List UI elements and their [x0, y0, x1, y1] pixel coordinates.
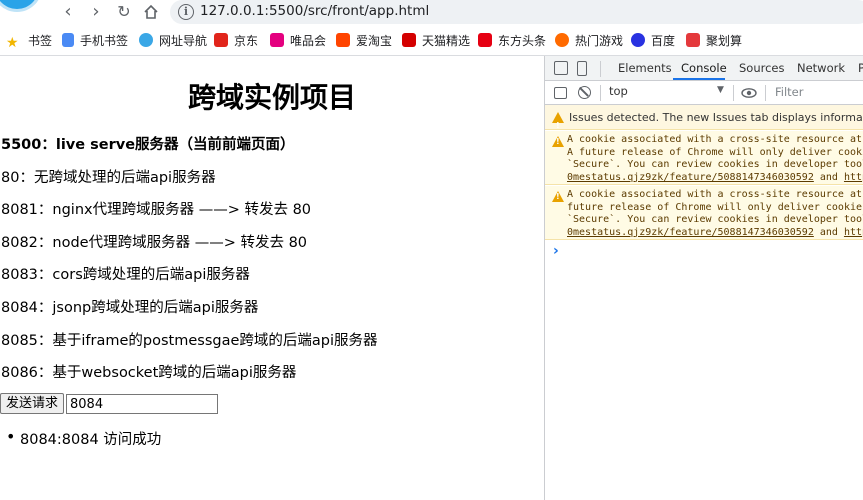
home-icon[interactable] — [141, 2, 161, 22]
bookmark-item[interactable]: 东方头条 — [478, 32, 546, 50]
bookmark-item[interactable]: 天猫精选 — [402, 32, 470, 50]
info-line: 5500：live serve服务器（当前前端页面） — [1, 137, 295, 153]
tab-more[interactable]: P — [858, 61, 863, 75]
bookmark-label: 书签 — [28, 34, 53, 48]
warning-icon — [552, 136, 564, 147]
bookmark-item[interactable]: 百度 — [631, 32, 675, 50]
info-line: 8086：基于websocket跨域的后端api服务器 — [1, 365, 297, 381]
warning-icon — [552, 112, 564, 138]
info-line: 8082：node代理跨域服务器 ——> 转发去 80 — [1, 235, 308, 251]
divider — [600, 85, 601, 101]
console-warning-message: A cookie associated with a cross-site re… — [545, 131, 863, 185]
send-request-button[interactable]: 发送请求 — [0, 393, 65, 414]
bookmark-label: 热门游戏 — [575, 34, 624, 48]
baidu-icon — [631, 33, 645, 47]
message-text: and — [813, 226, 844, 238]
sidebar-toggle-icon[interactable] — [554, 87, 567, 99]
taobao-icon — [336, 33, 350, 47]
address-bar[interactable]: i 127.0.0.1:5500/src/front/app.html — [170, 0, 863, 24]
devtools-tab-bar: Elements Console Sources Network P — [545, 56, 863, 81]
game-icon — [555, 33, 569, 47]
bookmark-item[interactable]: 唯品会 — [270, 32, 326, 50]
divider — [765, 85, 766, 101]
eye-icon[interactable] — [741, 88, 757, 98]
forward-arrow-icon[interactable]: › — [86, 2, 106, 22]
console-filter-input[interactable]: Filter — [775, 85, 803, 99]
inspect-element-icon[interactable] — [554, 61, 568, 75]
bookmark-item[interactable]: 爱淘宝 — [336, 32, 392, 50]
juhuasuan-icon — [686, 33, 700, 47]
dftt-icon — [478, 33, 492, 47]
message-link[interactable]: https — [844, 172, 863, 183]
bookmark-item[interactable]: 网址导航 — [139, 32, 207, 50]
console-toolbar: top ▼ Filter — [545, 81, 863, 105]
context-selector[interactable]: top — [609, 84, 628, 98]
back-arrow-icon[interactable]: ‹ — [58, 2, 78, 22]
url-text[interactable]: 127.0.0.1:5500/src/front/app.html — [200, 3, 429, 19]
message-text: A cookie associated with a cross-site re… — [567, 134, 863, 145]
bookmark-label: 百度 — [651, 34, 676, 48]
bookmark-label: 手机书签 — [80, 34, 129, 48]
warning-icon — [552, 191, 564, 202]
info-line: 8081：nginx代理跨域服务器 ——> 转发去 80 — [1, 202, 312, 218]
message-text: A cookie associated with a cross-site re… — [567, 189, 863, 200]
site-info-icon[interactable]: i — [178, 4, 194, 20]
tab-network[interactable]: Network — [797, 61, 845, 75]
bookmark-label: 网址导航 — [159, 34, 208, 48]
bookmark-item[interactable]: 热门游戏 — [555, 32, 623, 50]
info-line: 80：无跨域处理的后端api服务器 — [1, 170, 216, 186]
issues-banner[interactable]: Issues detected. The new Issues tab disp… — [545, 105, 863, 138]
message-text: A future release of Chrome will only del… — [567, 146, 863, 158]
bookmark-item[interactable]: 聚划算 — [686, 32, 742, 50]
info-line: 8085：基于iframe的postmessgae跨域的后端api服务器 — [1, 333, 378, 349]
browser-logo-icon — [0, 0, 42, 12]
clear-console-icon[interactable] — [578, 86, 591, 99]
star-icon: ★ — [6, 35, 19, 51]
dropdown-arrow-icon[interactable]: ▼ — [717, 85, 724, 95]
active-tab-indicator — [673, 78, 725, 80]
message-text: and — [813, 171, 844, 183]
bookmark-label: 京东 — [234, 34, 259, 48]
bookmark-item[interactable]: 手机书签 — [62, 32, 128, 50]
navigation-icon — [139, 33, 153, 47]
vip-icon — [270, 33, 284, 47]
divider — [600, 61, 601, 77]
reload-icon[interactable]: ↻ — [114, 2, 134, 22]
message-link[interactable]: https — [844, 227, 863, 238]
tab-sources[interactable]: Sources — [739, 61, 785, 75]
info-line: 8083：cors跨域处理的后端api服务器 — [1, 267, 250, 283]
console-warning-message: A cookie associated with a cross-site re… — [545, 186, 863, 240]
console-prompt-icon[interactable]: › — [553, 243, 559, 259]
message-link[interactable]: 0mestatus.qjz9zk/feature/508814734603059… — [567, 172, 814, 183]
result-list-item: 8084:8084 访问成功 — [6, 427, 161, 449]
divider — [733, 85, 734, 101]
message-link[interactable]: 0mestatus.qjz9zk/feature/508814734603059… — [567, 227, 814, 238]
bookmark-label: 爱淘宝 — [356, 34, 393, 48]
bookmarks-bar: ★ 书签 手机书签 网址导航 京东 唯品会 爱淘宝 天猫精选 东方头条 热门游戏 … — [0, 29, 863, 53]
bookmark-item[interactable]: ★ 书签 — [6, 32, 52, 50]
browser-toolbar: ‹ › ↻ i 127.0.0.1:5500/src/front/app.htm… — [0, 0, 863, 26]
devtools-panel: Elements Console Sources Network P top ▼… — [544, 56, 863, 500]
tab-console[interactable]: Console — [681, 61, 727, 75]
message-text: `Secure`. You can review cookies in deve… — [567, 214, 863, 225]
bookmark-label: 东方头条 — [498, 34, 547, 48]
tab-elements[interactable]: Elements — [618, 61, 672, 75]
bookmark-label: 天猫精选 — [422, 34, 471, 48]
message-text: `Secure`. You can review cookies in deve… — [567, 159, 863, 170]
web-page: 跨域实例项目 5500：live serve服务器（当前前端页面） 80：无跨域… — [0, 56, 544, 500]
phone-bookmark-icon — [62, 33, 74, 47]
jd-icon — [214, 33, 228, 47]
info-line: 8084：jsonp跨域处理的后端api服务器 — [1, 300, 259, 316]
bookmark-item[interactable]: 京东 — [214, 32, 258, 50]
issues-banner-text: Issues detected. The new Issues tab disp… — [569, 111, 863, 124]
page-title: 跨域实例项目 — [187, 81, 356, 114]
tmall-icon — [402, 33, 416, 47]
message-text: future release of Chrome will only deliv… — [567, 201, 863, 213]
port-input[interactable] — [66, 394, 218, 414]
bookmark-label: 聚划算 — [706, 34, 743, 48]
device-toolbar-icon[interactable] — [577, 61, 587, 76]
bookmark-label: 唯品会 — [290, 34, 327, 48]
